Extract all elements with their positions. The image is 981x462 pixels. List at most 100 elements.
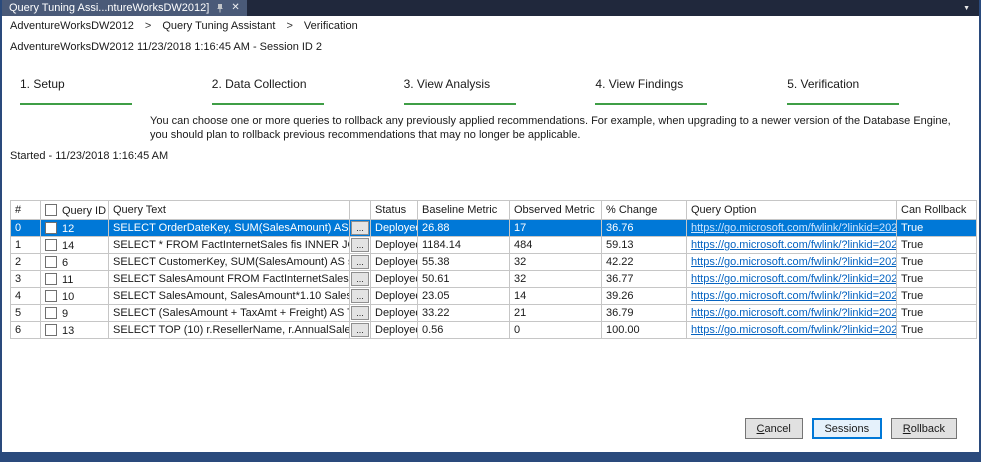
ellipsis-button[interactable]: ... [351,255,369,270]
header-baseline-metric[interactable]: Baseline Metric [417,200,510,221]
step-underline [595,103,708,105]
step-underline [403,103,516,105]
chevron-down-icon: ▼ [963,4,970,12]
row-checkbox[interactable] [45,238,57,251]
ellipsis-button[interactable]: ... [351,221,369,236]
table-row[interactable]: 5 9 SELECT (SalesAmount + TaxAmt + Freig… [10,304,977,323]
percent-change-value: 42.22 [601,253,687,272]
step-label: 3. View Analysis [403,77,491,91]
breadcrumb-separator: > [286,20,293,32]
ellipsis-button[interactable]: ... [351,272,369,287]
query-option-link[interactable]: https://go.microsoft.com/fwlink/?linkid=… [691,256,896,268]
grid-header-row: # Query ID Query Text Status Baseline Me… [10,200,977,221]
breadcrumb-separator: > [144,20,152,32]
table-row[interactable]: 1 14 SELECT * FROM FactInternetSales fis… [10,236,977,255]
header-query-text[interactable]: Query Text [108,200,350,221]
can-rollback-value: True [896,270,977,289]
sessions-button[interactable]: Sessions [811,418,882,439]
header-query-option[interactable]: Query Option [686,200,897,221]
baseline-metric-value: 26.88 [417,219,510,238]
percent-change-value: 59.13 [601,236,687,255]
baseline-metric-value: 50.61 [417,270,510,289]
query-option-link[interactable]: https://go.microsoft.com/fwlink/?linkid=… [691,239,896,251]
tab-list-dropdown[interactable]: ▼ [954,0,979,16]
row-checkbox[interactable] [45,221,57,234]
rollback-button[interactable]: Rollback [890,418,957,439]
can-rollback-value: True [896,321,977,340]
header-num[interactable]: # [10,200,41,221]
status-value: Deployed [370,321,418,340]
table-row[interactable]: 4 10 SELECT SalesAmount, SalesAmount*1.1… [10,287,977,306]
close-icon[interactable]: ✕ [231,3,239,13]
session-title: AdventureWorksDW2012 11/23/2018 1:16:45 … [10,41,323,53]
ellipsis-button[interactable]: ... [351,238,369,253]
row-checkbox[interactable] [45,323,57,336]
table-row[interactable]: 2 6 SELECT CustomerKey, SUM(SalesAmount)… [10,253,977,272]
query-text: SELECT (SalesAmount + TaxAmt + Freight) … [108,304,350,323]
query-option-link[interactable]: https://go.microsoft.com/fwlink/?linkid=… [691,307,896,319]
step-data-collection[interactable]: 2. Data Collection [211,77,404,105]
cancel-button-label: Cancel [756,422,791,435]
query-text: SELECT TOP (10) r.ResellerName, r.Annual… [108,321,350,340]
tab-title: Query Tuning Assi...ntureWorksDW2012] [9,2,210,14]
breadcrumb-item-verification[interactable]: Verification [304,20,358,32]
query-option-link[interactable]: https://go.microsoft.com/fwlink/?linkid=… [691,222,896,234]
step-label: 4. View Findings [595,77,684,91]
row-checkbox[interactable] [45,272,57,285]
row-index: 6 [10,321,41,340]
query-text: SELECT * FROM FactInternetSales fis INNE… [108,236,350,255]
step-view-findings[interactable]: 4. View Findings [595,77,787,105]
observed-metric-value: 484 [509,236,602,255]
cancel-button[interactable]: Cancel [744,418,803,439]
header-percent-change[interactable]: % Change [601,200,687,221]
header-status[interactable]: Status [370,200,418,221]
select-all-checkbox[interactable] [45,203,57,216]
baseline-metric-value: 1184.14 [417,236,510,255]
document-tab[interactable]: Query Tuning Assi...ntureWorksDW2012] ✕ [2,0,247,16]
row-index: 5 [10,304,41,323]
can-rollback-value: True [896,253,977,272]
table-row[interactable]: 3 11 SELECT SalesAmount FROM FactInterne… [10,270,977,289]
query-option-link[interactable]: https://go.microsoft.com/fwlink/?linkid=… [691,324,896,336]
ellipsis-button[interactable]: ... [351,289,369,304]
breadcrumb-item-qta[interactable]: Query Tuning Assistant [162,20,275,32]
step-view-analysis[interactable]: 3. View Analysis [403,77,596,105]
step-underline [211,103,324,105]
step-underline [787,103,900,105]
row-index: 0 [10,219,41,238]
observed-metric-value: 32 [509,270,602,289]
query-option-link[interactable]: https://go.microsoft.com/fwlink/?linkid=… [691,290,896,302]
wizard-content: AdventureWorksDW2012 > Query Tuning Assi… [2,16,979,452]
header-can-rollback[interactable]: Can Rollback [896,200,977,221]
ellipsis-button[interactable]: ... [351,306,369,321]
query-text: SELECT SalesAmount, SalesAmount*1.10 Sal… [108,287,350,306]
query-text: SELECT OrderDateKey, SUM(SalesAmount) AS… [108,219,350,238]
started-timestamp: Started - 11/23/2018 1:16:45 AM [10,150,169,163]
status-value: Deployed [370,236,418,255]
query-option-link[interactable]: https://go.microsoft.com/fwlink/?linkid=… [691,273,896,285]
sessions-button-label: Sessions [824,422,870,435]
step-verification[interactable]: 5. Verification [787,77,979,105]
rollback-button-label: Rollback [902,422,945,435]
row-checkbox[interactable] [45,306,57,319]
percent-change-value: 36.76 [601,219,687,238]
pin-icon[interactable] [216,3,224,13]
query-tuning-assistant-window: Query Tuning Assi...ntureWorksDW2012] ✕ … [0,0,981,462]
row-checkbox[interactable] [45,255,57,268]
query-id: 14 [62,239,75,252]
row-checkbox[interactable] [45,289,57,302]
step-label: 1. Setup [20,77,65,91]
query-id: 13 [62,324,75,337]
query-text: SELECT SalesAmount FROM FactInternetSale… [108,270,350,289]
header-query-id[interactable]: Query ID [40,200,109,221]
step-setup[interactable]: 1. Setup [20,77,212,105]
header-observed-metric[interactable]: Observed Metric [509,200,602,221]
step-label: 2. Data Collection [211,77,307,91]
table-row[interactable]: 6 13 SELECT TOP (10) r.ResellerName, r.A… [10,321,977,340]
breadcrumb-item-database[interactable]: AdventureWorksDW2012 [10,20,134,32]
row-index: 4 [10,287,41,306]
footer-buttons: Cancel Sessions Rollback [744,418,957,439]
ellipsis-button[interactable]: ... [351,323,369,338]
table-row[interactable]: 0 12 SELECT OrderDateKey, SUM(SalesAmoun… [10,219,977,238]
baseline-metric-value: 33.22 [417,304,510,323]
